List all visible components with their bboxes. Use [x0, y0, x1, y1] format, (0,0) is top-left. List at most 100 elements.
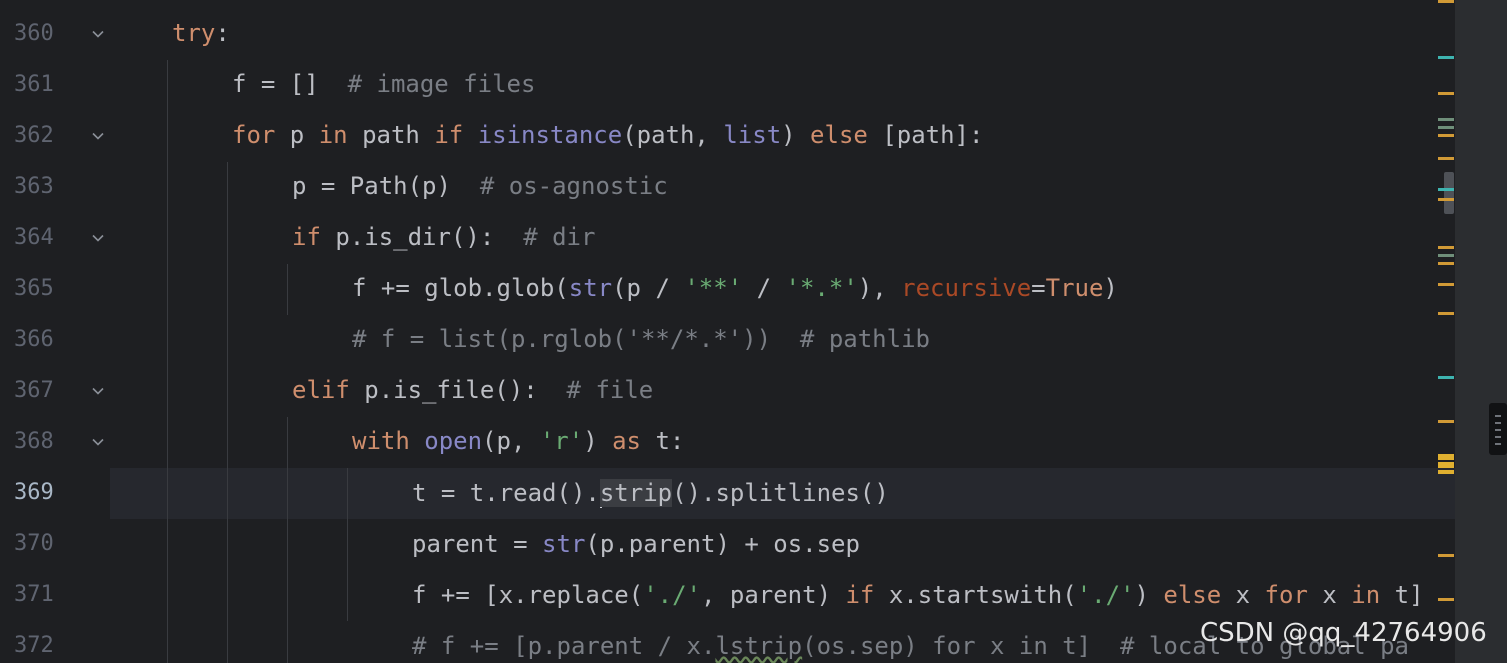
code-line-368[interactable]: with open(p, 'r') as t:	[352, 416, 684, 467]
code-text: )	[583, 427, 613, 455]
code-text: p	[275, 121, 319, 149]
indent-guide	[287, 264, 288, 315]
code-text: [path]:	[867, 121, 984, 149]
keyword: with	[352, 427, 410, 455]
code-text: f = []	[232, 70, 348, 98]
comment: # f = list(p.rglob('**/*.*')) # pathlib	[352, 325, 930, 353]
line-number: 367	[14, 378, 54, 403]
line-number: 370	[14, 531, 54, 556]
code-text: (p.parent) + os.sep	[585, 530, 860, 558]
info-marker[interactable]	[1438, 118, 1454, 121]
code-text: (path,	[622, 121, 724, 149]
string-literal: 'r'	[539, 427, 584, 455]
code-line-371[interactable]: f += [x.replace('./', parent) if x.start…	[412, 570, 1424, 621]
code-line-361[interactable]: f = [] # image files	[232, 59, 535, 110]
scrollbar-thumb[interactable]	[1444, 172, 1454, 214]
warning-marker[interactable]	[1438, 283, 1454, 286]
warning-marker[interactable]	[1438, 462, 1454, 468]
code-text: )	[1134, 581, 1164, 609]
indent-guide	[167, 60, 168, 663]
info-marker[interactable]	[1438, 188, 1454, 191]
line-number: 366	[14, 327, 54, 352]
string-literal: '*.*'	[785, 274, 858, 302]
info-marker[interactable]	[1438, 56, 1454, 59]
line-number: 364	[14, 225, 54, 250]
keyword: in	[318, 121, 348, 149]
code-area[interactable]: try: f = [] # image files for p in path …	[110, 0, 1457, 663]
warning-marker[interactable]	[1438, 246, 1454, 249]
keyword: for	[1264, 581, 1308, 609]
code-line-366[interactable]: # f = list(p.rglob('**/*.*')) # pathlib	[352, 314, 930, 365]
builtin: isinstance	[477, 121, 623, 149]
code-text: p = Path(p)	[292, 172, 480, 200]
info-marker[interactable]	[1438, 376, 1454, 379]
handle-grip	[1495, 415, 1501, 417]
keyword: elif	[292, 376, 350, 404]
code-text: (p,	[482, 427, 540, 455]
code-line-363[interactable]: p = Path(p) # os-agnostic	[292, 161, 668, 212]
code-line-370[interactable]: parent = str(p.parent) + os.sep	[412, 519, 860, 570]
handle-grip	[1495, 429, 1501, 431]
code-text: p.is_file():	[349, 376, 567, 404]
warning-marker[interactable]	[1438, 0, 1454, 3]
warning-marker[interactable]	[1438, 554, 1454, 557]
keyword: True	[1045, 274, 1104, 302]
warning-marker[interactable]	[1438, 198, 1454, 201]
code-line-362[interactable]: for p in path if isinstance(path, list) …	[232, 110, 983, 161]
code-text: t]	[1380, 581, 1424, 609]
code-text: f += glob.glob(	[352, 274, 569, 302]
handle-grip	[1495, 443, 1501, 445]
info-marker[interactable]	[1438, 126, 1454, 129]
code-text: )	[781, 121, 811, 149]
info-marker[interactable]	[1438, 254, 1454, 257]
warning-marker[interactable]	[1438, 134, 1454, 137]
code-text: ),	[857, 274, 902, 302]
keyword: for	[232, 121, 276, 149]
indent-guide	[287, 417, 288, 663]
warning-marker[interactable]	[1438, 470, 1454, 474]
comment: # f += [p.parent / x.	[412, 632, 716, 660]
code-text: =	[1031, 274, 1046, 302]
code-line-365[interactable]: f += glob.glob(str(p / '**' / '*.*'), re…	[352, 263, 1118, 314]
code-editor[interactable]: 360 361 362 363 364 365 366 367 368 369 370 371 372 …	[0, 0, 1507, 663]
warning-marker[interactable]	[1438, 92, 1454, 95]
chevron-down-icon[interactable]	[88, 8, 108, 59]
warning-marker[interactable]	[1438, 157, 1454, 160]
vertical-scrollbar[interactable]	[1455, 0, 1507, 663]
code-text: p.is_dir():	[320, 223, 524, 251]
warning-underline-text: lstrip	[715, 632, 803, 660]
code-text: , parent)	[700, 581, 846, 609]
builtin: list	[723, 121, 782, 149]
code-line-367[interactable]: elif p.is_file(): # file	[292, 365, 653, 416]
code-text: :	[215, 19, 230, 47]
warning-marker[interactable]	[1438, 312, 1454, 315]
chevron-down-icon[interactable]	[88, 365, 108, 416]
code-line-360[interactable]: try:	[172, 8, 230, 59]
code-text: x.startswith(	[874, 581, 1077, 609]
code-text: path	[347, 121, 435, 149]
chevron-down-icon[interactable]	[88, 212, 108, 263]
code-line-369[interactable]: t = t.read().strip().splitlines()	[412, 468, 889, 519]
chevron-down-icon[interactable]	[88, 110, 108, 161]
chevron-down-icon[interactable]	[88, 416, 108, 467]
code-line-364[interactable]: if p.is_dir(): # dir	[292, 212, 595, 263]
builtin: open	[424, 427, 483, 455]
side-panel-handle[interactable]	[1489, 403, 1507, 455]
warning-marker[interactable]	[1438, 262, 1454, 265]
line-number-gutter[interactable]: 360 361 362 363 364 365 366 367 368 369 370 371 372	[0, 0, 110, 663]
keyword: try	[172, 19, 216, 47]
code-text: parent =	[412, 530, 543, 558]
builtin: str	[568, 274, 613, 302]
code-text: )	[1103, 274, 1118, 302]
warning-marker[interactable]	[1438, 598, 1454, 601]
line-number: 372	[14, 633, 54, 658]
line-number: 371	[14, 582, 54, 607]
warning-marker[interactable]	[1438, 420, 1454, 423]
line-number: 360	[14, 21, 54, 46]
keyword: if	[292, 223, 321, 251]
string-literal: './'	[643, 581, 701, 609]
comment: # file	[566, 376, 654, 404]
warning-marker[interactable]	[1438, 454, 1454, 460]
